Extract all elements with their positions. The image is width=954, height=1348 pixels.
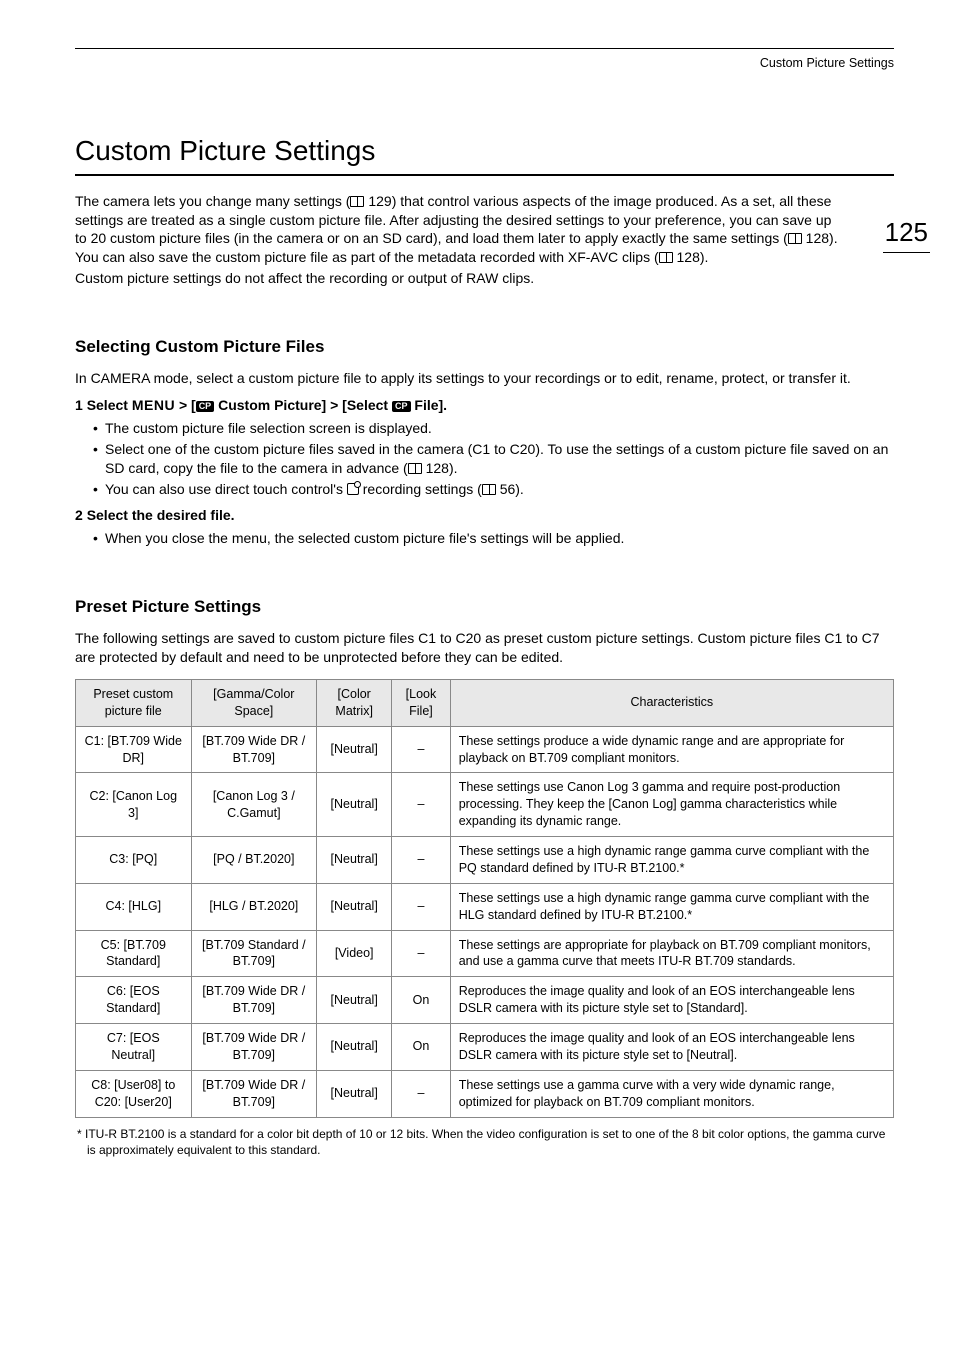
table-row: C2: [Canon Log 3][Canon Log 3 / C.Gamut]… [76,773,894,837]
cell-lf: – [392,930,450,977]
cell-lf: – [392,726,450,773]
cell-cm: [Neutral] [317,837,392,884]
page-title: Custom Picture Settings [75,132,894,176]
cell-lf: – [392,883,450,930]
book-icon [408,463,422,474]
book-icon [659,252,673,263]
cp-icon: CP [392,401,411,412]
cell-char: These settings use a high dynamic range … [450,883,893,930]
menu-icon: MENU [132,397,175,413]
step-2-head: 2 Select the desired file. [75,507,235,523]
cell-cm: [Neutral] [317,977,392,1024]
page-number-wrap: 125 [883,215,930,253]
cell-cm: [Neutral] [317,726,392,773]
cell-char: Reproduces the image quality and look of… [450,1024,893,1071]
cell-gcs: [BT.709 Wide DR / BT.709] [191,726,317,773]
th-file: Preset custom picture file [76,679,192,726]
table-row: C4: [HLG][HLG / BT.2020][Neutral]–These … [76,883,894,930]
table-row: C3: [PQ][PQ / BT.2020][Neutral]–These se… [76,837,894,884]
th-lf: [Look File] [392,679,450,726]
book-icon [482,484,496,495]
step-1-head: 1 Select MENU > [CP Custom Picture] > [S… [75,397,447,413]
cell-file: C5: [BT.709 Standard] [76,930,192,977]
table-row: C8: [User08] to C20: [User20][BT.709 Wid… [76,1070,894,1117]
cell-gcs: [BT.709 Wide DR / BT.709] [191,1024,317,1071]
step-1: 1 Select MENU > [CP Custom Picture] > [S… [75,396,894,498]
step1-bullet-2: Select one of the custom picture files s… [93,440,894,478]
cp-icon: CP [196,401,215,412]
cell-lf: – [392,773,450,837]
cell-cm: [Neutral] [317,1070,392,1117]
book-icon [350,196,364,207]
cell-lf: On [392,1024,450,1071]
section-heading-selecting: Selecting Custom Picture Files [75,336,894,359]
table-row: C1: [BT.709 Wide DR][BT.709 Wide DR / BT… [76,726,894,773]
cell-file: C3: [PQ] [76,837,192,884]
intro-para-1: The camera lets you change many settings… [75,192,845,268]
cell-gcs: [PQ / BT.2020] [191,837,317,884]
cell-char: These settings produce a wide dynamic ra… [450,726,893,773]
step2-bullet-1: When you close the menu, the selected cu… [93,529,894,548]
cell-char: Reproduces the image quality and look of… [450,977,893,1024]
step1-bullet-3: You can also use direct touch control's … [93,480,894,499]
cell-file: C8: [User08] to C20: [User20] [76,1070,192,1117]
cell-lf: – [392,1070,450,1117]
th-cm: [Color Matrix] [317,679,392,726]
cell-cm: [Neutral] [317,773,392,837]
th-gcs: [Gamma/Color Space] [191,679,317,726]
top-rule [75,48,894,49]
cell-gcs: [Canon Log 3 / C.Gamut] [191,773,317,837]
footnote: * ITU-R BT.2100 is a standard for a colo… [75,1126,894,1158]
cell-gcs: [BT.709 Wide DR / BT.709] [191,1070,317,1117]
cell-file: C6: [EOS Standard] [76,977,192,1024]
intro-para-2: Custom picture settings do not affect th… [75,269,845,288]
cell-char: These settings use a high dynamic range … [450,837,893,884]
touch-icon [347,483,359,495]
section1-intro: In CAMERA mode, select a custom picture … [75,369,894,388]
table-row: C7: [EOS Neutral][BT.709 Wide DR / BT.70… [76,1024,894,1071]
step-list: 1 Select MENU > [CP Custom Picture] > [S… [75,396,894,548]
cell-gcs: [BT.709 Standard / BT.709] [191,930,317,977]
section2-intro: The following settings are saved to cust… [75,629,894,667]
cell-cm: [Neutral] [317,1024,392,1071]
preset-table: Preset custom picture file [Gamma/Color … [75,679,894,1118]
cell-char: These settings are appropriate for playb… [450,930,893,977]
cell-cm: [Video] [317,930,392,977]
running-head: Custom Picture Settings [75,55,894,72]
cell-file: C7: [EOS Neutral] [76,1024,192,1071]
intro-block: The camera lets you change many settings… [75,192,845,288]
cell-file: C1: [BT.709 Wide DR] [76,726,192,773]
cell-cm: [Neutral] [317,883,392,930]
cell-file: C4: [HLG] [76,883,192,930]
cell-gcs: [BT.709 Wide DR / BT.709] [191,977,317,1024]
page-number: 125 [883,215,930,253]
cell-gcs: [HLG / BT.2020] [191,883,317,930]
step1-bullet-1: The custom picture file selection screen… [93,419,894,438]
step-2: 2 Select the desired file. When you clos… [75,506,894,548]
cell-char: These settings use Canon Log 3 gamma and… [450,773,893,837]
cell-char: These settings use a gamma curve with a … [450,1070,893,1117]
section-heading-preset: Preset Picture Settings [75,596,894,619]
table-row: C5: [BT.709 Standard][BT.709 Standard / … [76,930,894,977]
cell-lf: – [392,837,450,884]
book-icon [788,233,802,244]
th-char: Characteristics [450,679,893,726]
cell-lf: On [392,977,450,1024]
cell-file: C2: [Canon Log 3] [76,773,192,837]
table-row: C6: [EOS Standard][BT.709 Wide DR / BT.7… [76,977,894,1024]
